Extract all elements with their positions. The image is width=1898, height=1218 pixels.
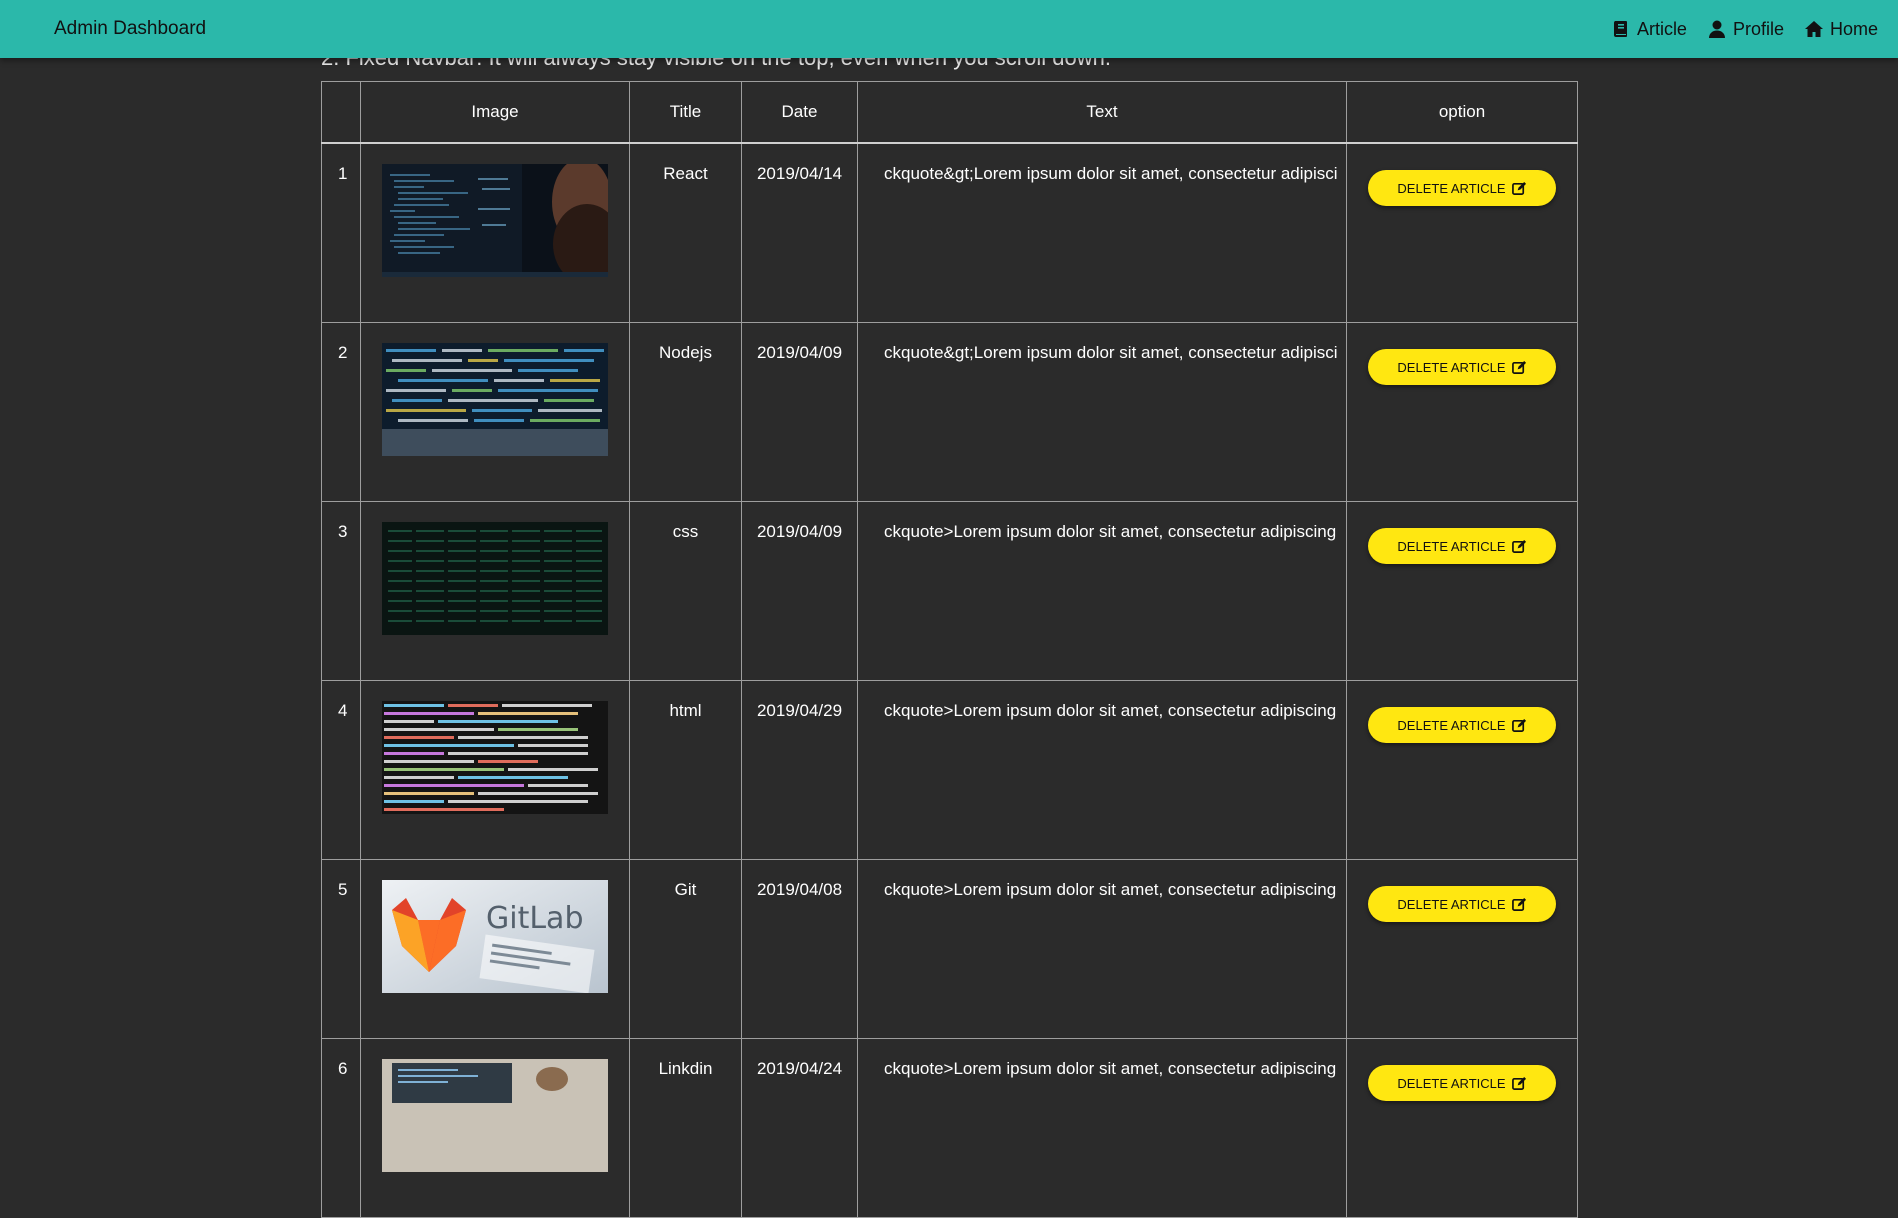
row-title: React <box>629 142 742 323</box>
edit-icon <box>1511 181 1527 196</box>
row-index: 3 <box>321 501 361 681</box>
delete-article-button[interactable]: DELETE ARTICLE <box>1368 1065 1556 1101</box>
user-icon <box>1707 19 1727 39</box>
delete-article-button[interactable]: DELETE ARTICLE <box>1368 707 1556 743</box>
row-title: html <box>629 680 742 860</box>
edit-icon <box>1511 539 1527 554</box>
book-icon <box>1611 19 1631 39</box>
row-text: ckquote&gt;Lorem ipsum dolor sit amet, c… <box>857 322 1347 502</box>
delete-article-label: DELETE ARTICLE <box>1397 359 1506 375</box>
column-header-text: Text <box>857 81 1347 144</box>
delete-article-button[interactable]: DELETE ARTICLE <box>1368 528 1556 564</box>
table-header-row: Image Title Date Text option <box>321 81 1578 144</box>
nav-profile-label: Profile <box>1732 18 1784 39</box>
row-title: Linkdin <box>629 1038 742 1218</box>
delete-article-label: DELETE ARTICLE <box>1397 1075 1506 1091</box>
row-date: 2019/04/29 <box>741 680 858 860</box>
edit-icon <box>1511 360 1527 375</box>
home-icon <box>1804 19 1824 39</box>
brand-title[interactable]: Admin Dashboard <box>54 18 206 40</box>
row-index: 1 <box>321 142 361 323</box>
table-row: 3 css 2019/04/09 ckquote>Lorem ipsum dol… <box>321 501 1578 681</box>
row-date: 2019/04/14 <box>741 142 858 323</box>
row-index: 6 <box>321 1038 361 1218</box>
column-header-option: option <box>1346 81 1578 144</box>
row-title: css <box>629 501 742 681</box>
delete-article-label: DELETE ARTICLE <box>1397 180 1506 196</box>
row-index: 2 <box>321 322 361 502</box>
nav-links: Article Profile Home <box>1611 19 1878 40</box>
row-text: ckquote>Lorem ipsum dolor sit amet, cons… <box>857 680 1347 860</box>
row-date: 2019/04/24 <box>741 1038 858 1218</box>
nav-article-link[interactable]: Article <box>1611 19 1687 40</box>
row-index: 5 <box>321 859 361 1039</box>
row-title: Git <box>629 859 742 1039</box>
js-source-code-image <box>382 701 608 814</box>
nav-home-link[interactable]: Home <box>1804 19 1878 40</box>
gitlab-logo-text: GitLab <box>486 901 584 936</box>
table-row: 1 React 2019/04/14 ckquote&gt;Lorem ipsu… <box>321 142 1578 323</box>
row-text: ckquote>Lorem ipsum dolor sit amet, cons… <box>857 501 1347 681</box>
row-text: ckquote>Lorem ipsum dolor sit amet, cons… <box>857 859 1347 1039</box>
nav-home-label: Home <box>1829 18 1878 39</box>
matrix-dark-image <box>382 522 608 635</box>
nav-profile-link[interactable]: Profile <box>1707 19 1784 40</box>
laptop-desk-image <box>382 1059 608 1172</box>
row-date: 2019/04/09 <box>741 322 858 502</box>
code-blur-image <box>382 343 608 456</box>
table-row: 4 html 2019/04/29 ckquote>Lorem ipsum do… <box>321 680 1578 860</box>
delete-article-button[interactable]: DELETE ARTICLE <box>1368 170 1556 206</box>
edit-icon <box>1511 1076 1527 1091</box>
row-title: Nodejs <box>629 322 742 502</box>
column-header-image: Image <box>360 81 630 144</box>
code-screen-person-image <box>382 164 608 277</box>
table-row: 2 Nodejs 2019/04/09 ckquote&gt;Lorem ips… <box>321 322 1578 502</box>
edit-icon <box>1511 718 1527 733</box>
articles-table: Image Title Date Text option 1 React 201… <box>321 81 1578 1218</box>
column-header-date: Date <box>741 81 858 144</box>
nav-article-label: Article <box>1636 18 1687 39</box>
table-row: 6 Linkdin 2019/04/24 ckquote>Lorem ipsum… <box>321 1038 1578 1218</box>
delete-article-button[interactable]: DELETE ARTICLE <box>1368 886 1556 922</box>
edit-icon <box>1511 897 1527 912</box>
delete-article-button[interactable]: DELETE ARTICLE <box>1368 349 1556 385</box>
row-index: 4 <box>321 680 361 860</box>
gitlab-logo-image: GitLab <box>382 880 608 993</box>
table-row: 5 GitLab Git 2019/04/08 ckquote>Lorem ip… <box>321 859 1578 1039</box>
column-header-index <box>321 81 361 144</box>
row-text: ckquote&gt;Lorem ipsum dolor sit amet, c… <box>857 142 1347 323</box>
delete-article-label: DELETE ARTICLE <box>1397 896 1506 912</box>
navbar: Admin Dashboard Article Profile Home <box>0 0 1898 58</box>
delete-article-label: DELETE ARTICLE <box>1397 717 1506 733</box>
row-date: 2019/04/09 <box>741 501 858 681</box>
row-text: ckquote>Lorem ipsum dolor sit amet, cons… <box>857 1038 1347 1218</box>
column-header-title: Title <box>629 81 742 144</box>
row-date: 2019/04/08 <box>741 859 858 1039</box>
delete-article-label: DELETE ARTICLE <box>1397 538 1506 554</box>
